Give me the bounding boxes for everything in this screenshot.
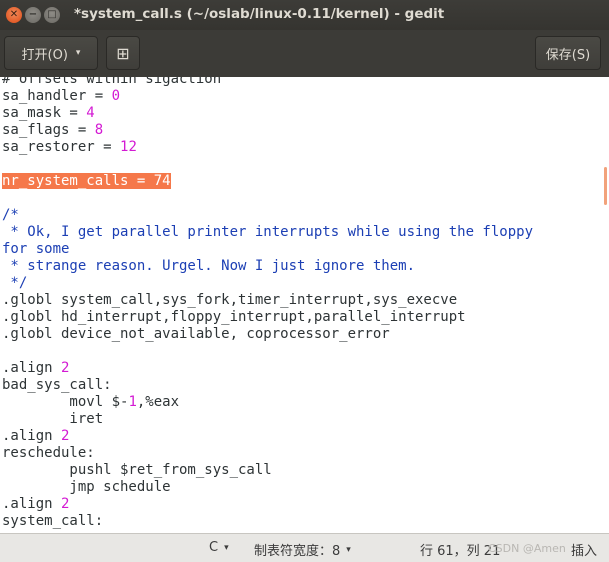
code-token: # offsets within sigaction <box>2 77 222 87</box>
code-token: 12 <box>120 139 137 155</box>
minimize-icon[interactable]: − <box>25 7 41 23</box>
code-token: /* <box>2 207 19 223</box>
code-token: bad_sys_call: <box>2 377 112 393</box>
code-token: 2 <box>61 428 70 444</box>
code-line[interactable]: sa_handler = 0 <box>2 88 533 105</box>
new-tab-button[interactable]: ⊞ <box>106 36 140 70</box>
code-token: sa_flags = <box>2 122 95 138</box>
overview-scroll-marker[interactable] <box>604 167 607 205</box>
chevron-down-icon: ▾ <box>346 544 351 555</box>
code-line[interactable]: movl $-1,%eax <box>2 394 533 411</box>
code-line[interactable]: pushl $ret_from_sys_call <box>2 462 533 479</box>
code-line[interactable]: */ <box>2 275 533 292</box>
code-token: system_call: <box>2 513 104 529</box>
code-line[interactable]: sa_restorer = 12 <box>2 139 533 156</box>
code-view[interactable]: # offsets within sigaction sa_handler = 0… <box>2 77 533 530</box>
code-line[interactable]: .globl hd_interrupt,floppy_interrupt,par… <box>2 309 533 326</box>
code-token: pushl $ret_from_sys_call <box>2 462 272 478</box>
code-line[interactable]: .align 2 <box>2 360 533 377</box>
code-token: .globl device_not_available, coprocessor… <box>2 326 390 342</box>
code-line[interactable] <box>2 190 533 207</box>
code-line[interactable]: .globl device_not_available, coprocessor… <box>2 326 533 343</box>
code-token: * strange reason. Urgel. Now I just igno… <box>2 258 416 274</box>
code-token: .align <box>2 428 62 444</box>
code-token: 4 <box>86 105 95 121</box>
code-line[interactable]: reschedule: <box>2 445 533 462</box>
code-token: 8 <box>94 122 104 138</box>
chevron-down-icon: ▾ <box>75 48 81 58</box>
code-token: 2 <box>61 496 70 512</box>
code-line[interactable]: # offsets within sigaction <box>2 77 533 88</box>
code-token: sa_handler = <box>2 88 112 104</box>
language-label: C <box>209 540 219 555</box>
code-line[interactable]: sa_mask = 4 <box>2 105 533 122</box>
chevron-down-icon: ▾ <box>224 542 229 553</box>
code-line[interactable]: jmp schedule <box>2 479 533 496</box>
insert-mode[interactable]: 插入 <box>571 540 597 559</box>
text-editor[interactable]: # offsets within sigaction sa_handler = 0… <box>0 77 609 533</box>
code-token: movl $- <box>2 394 129 410</box>
window-controls: ✕ − □ <box>6 7 60 23</box>
code-line[interactable]: sa_flags = 8 <box>2 122 533 139</box>
code-line[interactable]: * strange reason. Urgel. Now I just igno… <box>2 258 533 275</box>
code-token: jmp schedule <box>2 479 171 495</box>
code-token: .align <box>2 496 62 512</box>
code-line[interactable]: iret <box>2 411 533 428</box>
code-token: iret <box>2 411 104 427</box>
code-line[interactable] <box>2 156 533 173</box>
code-line[interactable]: /* <box>2 207 533 224</box>
code-token: .globl hd_interrupt,floppy_interrupt,par… <box>2 309 466 325</box>
code-line[interactable]: .align 2 <box>2 496 533 513</box>
code-token: ,%eax <box>136 394 180 410</box>
header-bar: 打开(O) ▾ ⊞ 保存(S) <box>0 30 609 78</box>
close-icon[interactable]: ✕ <box>6 7 22 23</box>
code-line[interactable]: bad_sys_call: <box>2 377 533 394</box>
code-line[interactable]: .align 2 <box>2 428 533 445</box>
code-token: 2 <box>61 360 70 376</box>
code-line[interactable]: nr_system_calls = 74 <box>2 173 533 190</box>
open-button[interactable]: 打开(O) ▾ <box>4 36 98 70</box>
code-token: */ <box>2 275 28 291</box>
code-token: sa_restorer = <box>2 139 121 155</box>
code-token: 0 <box>111 88 121 104</box>
window-title: *system_call.s (~/oslab/linux-0.11/kerne… <box>74 6 445 22</box>
tab-width-selector[interactable]: 制表符宽度：8 ▾ <box>254 540 351 559</box>
watermark-text: CSDN @Amen <box>488 542 566 555</box>
code-token: reschedule: <box>2 445 95 461</box>
code-token: for some <box>2 241 70 257</box>
selected-text: nr_system_calls = 74 <box>2 173 171 189</box>
code-line[interactable]: for some <box>2 241 533 258</box>
code-token: sa_mask = <box>2 105 87 121</box>
language-selector[interactable]: C ▾ <box>209 540 229 555</box>
new-document-icon: ⊞ <box>116 43 130 63</box>
status-bar: C ▾ 制表符宽度：8 ▾ 行 61，列 21 CSDN @Amen 插入 <box>0 533 609 562</box>
code-token: .globl system_call,sys_fork,timer_interr… <box>2 292 458 308</box>
code-token: .align <box>2 360 62 376</box>
code-token: * Ok, I get parallel printer interrupts … <box>2 224 534 240</box>
code-line[interactable]: system_call: <box>2 513 533 530</box>
tab-width-label: 制表符宽度：8 <box>254 544 341 559</box>
maximize-icon[interactable]: □ <box>44 7 60 23</box>
code-line[interactable]: .globl system_call,sys_fork,timer_interr… <box>2 292 533 309</box>
code-line[interactable]: * Ok, I get parallel printer interrupts … <box>2 224 533 241</box>
save-button[interactable]: 保存(S) <box>535 36 601 70</box>
open-button-label: 打开(O) <box>21 47 68 63</box>
title-bar: ✕ − □ *system_call.s (~/oslab/linux-0.11… <box>0 0 609 30</box>
code-line[interactable] <box>2 343 533 360</box>
code-token: 1 <box>128 394 137 410</box>
